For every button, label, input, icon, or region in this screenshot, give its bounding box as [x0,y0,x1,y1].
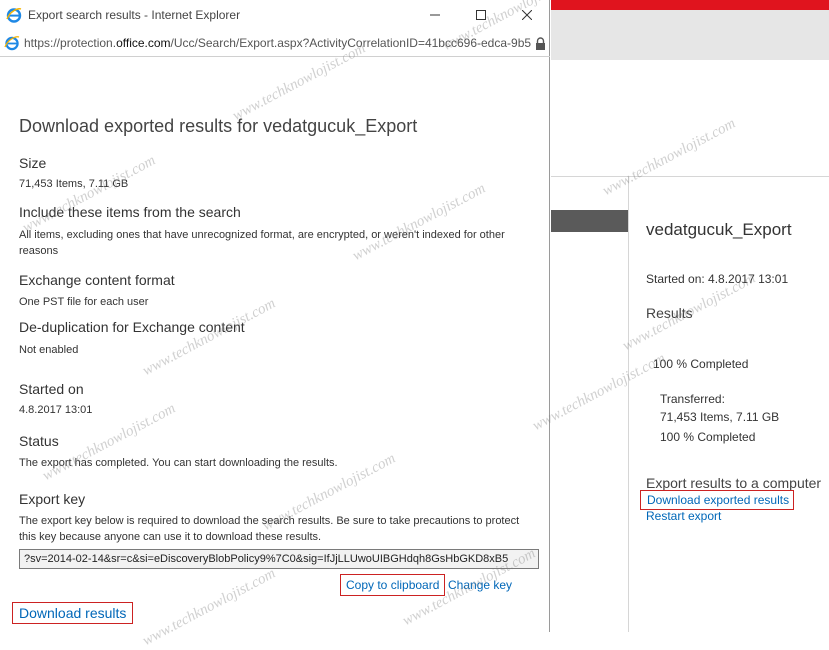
site-icon [4,36,20,51]
results-heading: Results [646,305,693,321]
maximize-icon [476,10,486,20]
lock-icon [536,37,545,50]
export-key-field[interactable]: ?sv=2014-02-14&sr=c&si=eDiscoveryBlobPol… [19,549,539,569]
url-prefix: https://protection. [24,36,117,50]
exchange-format-label: Exchange content format [19,272,175,288]
transferred-percent: 100 % Completed [660,430,756,444]
started-on-label: Started on [19,381,84,397]
url-text[interactable]: https://protection.office.com/Ucc/Search… [24,36,532,50]
change-key-link[interactable]: Change key [448,578,512,592]
minimize-button[interactable] [412,0,458,30]
status-label: Status [19,433,59,449]
export-key-label: Export key [19,491,86,507]
transferred-items: 71,453 Items, 7.11 GB [660,410,780,424]
close-button[interactable] [504,0,550,30]
internet-explorer-icon [6,8,22,23]
maximize-button[interactable] [458,0,504,30]
window-titlebar[interactable]: Export search results - Internet Explore… [0,0,550,30]
exchange-format-value: One PST file for each user [19,296,149,308]
vertical-divider [628,176,629,632]
minimize-icon [430,14,440,16]
size-value: 71,453 Items, 7.11 GB [19,178,129,190]
url-domain: office.com [116,36,171,50]
download-exported-results-link[interactable]: Download exported results [640,490,795,510]
export-title: vedatgucuk_Export [646,220,792,239]
transferred-label: Transferred: [660,392,725,406]
restart-export-link[interactable]: Restart export [646,509,721,523]
close-icon [522,10,532,20]
started-on-text: Started on: 4.8.2017 13:01 [646,272,789,286]
selected-row-bar[interactable] [551,210,628,232]
results-percent: 100 % Completed [653,357,749,371]
export-key-description: The export key below is required to down… [19,515,520,543]
deduplication-value: Not enabled [19,344,79,356]
dialog-heading: Download exported results for vedatgucuk… [19,116,418,136]
status-value: The export has completed. You can start … [19,457,338,469]
ie-popup-window: Export search results - Internet Explore… [0,0,550,632]
export-to-computer-heading: Export results to a computer [646,475,822,491]
url-path: /Ucc/Search/Export.aspx?ActivityCorrelat… [170,36,532,50]
copy-to-clipboard-button[interactable]: Copy to clipboard [340,574,446,596]
window-title: Export search results - Internet Explore… [28,8,241,22]
size-label: Size [19,155,47,171]
download-exported-results-label: Download exported results [647,493,790,507]
download-results-button[interactable]: Download results [12,602,134,624]
deduplication-label: De-duplication for Exchange content [19,319,245,335]
address-bar[interactable]: https://protection.office.com/Ucc/Search… [0,32,550,57]
include-items-value: All items, excluding ones that have unre… [19,229,505,257]
include-items-label: Include these items from the search [19,204,241,220]
started-on-value: 4.8.2017 13:01 [19,404,93,416]
export-details-panel: vedatgucuk_Export Started on: 4.8.2017 1… [640,0,829,632]
